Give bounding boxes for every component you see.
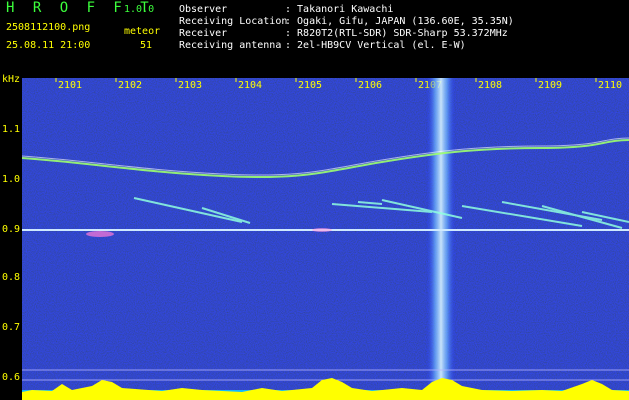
- y-axis-unit: kHz: [2, 74, 21, 85]
- receiver-label: Receiver: [179, 28, 228, 39]
- y-tick-label: 0.8: [2, 272, 21, 283]
- observer-label: Observer: [179, 4, 228, 15]
- interference-burst: [426, 78, 456, 400]
- x-tick-label: 2110: [598, 80, 622, 91]
- x-tick-label: 2106: [358, 80, 382, 91]
- x-tick-label: 2103: [178, 80, 202, 91]
- y-tick-label: 1.1: [2, 124, 21, 135]
- y-tick-label: 0.7: [2, 322, 21, 333]
- antenna-label: Receiving antenna: [179, 40, 282, 51]
- x-tick-label: 2104: [238, 80, 262, 91]
- location-label: Receiving Location: [179, 16, 288, 27]
- observation-datetime: 25.08.11 21:00: [6, 40, 91, 51]
- observer-value: : Takanori Kawachi: [285, 4, 394, 15]
- header-panel: H R O F F T 1.0.0 2508112100.png 25.08.1…: [0, 0, 629, 78]
- meteor-echo: [86, 231, 114, 237]
- y-tick-label: 0.6: [2, 372, 21, 383]
- meteor-count: 51: [140, 40, 153, 51]
- app-version: 1.0.0: [124, 4, 155, 15]
- x-tick-label: 2102: [118, 80, 142, 91]
- antenna-value: : 2el-HB9CV Vertical (el. E-W): [285, 40, 466, 51]
- x-tick-label: 2109: [538, 80, 562, 91]
- x-tick-label: 2108: [478, 80, 502, 91]
- x-tick-label: 2105: [298, 80, 322, 91]
- noise-texture: [22, 78, 629, 400]
- meteor-label: meteor: [124, 26, 161, 37]
- location-value: : Ogaki, Gifu, JAPAN (136.60E, 35.35N): [285, 16, 514, 27]
- image-filename: 2508112100.png: [6, 22, 91, 33]
- y-tick-label: 1.0: [2, 174, 21, 185]
- x-tick-label: 2101: [58, 80, 82, 91]
- receiver-value: : R820T2(RTL-SDR) SDR-Sharp 53.372MHz: [285, 28, 508, 39]
- y-tick-label: 0.9: [2, 224, 21, 235]
- spectrogram-plot: 2101 2102 2103 2104 2105 2106 2107 2108 …: [22, 78, 629, 400]
- meteor-echo: [312, 228, 332, 232]
